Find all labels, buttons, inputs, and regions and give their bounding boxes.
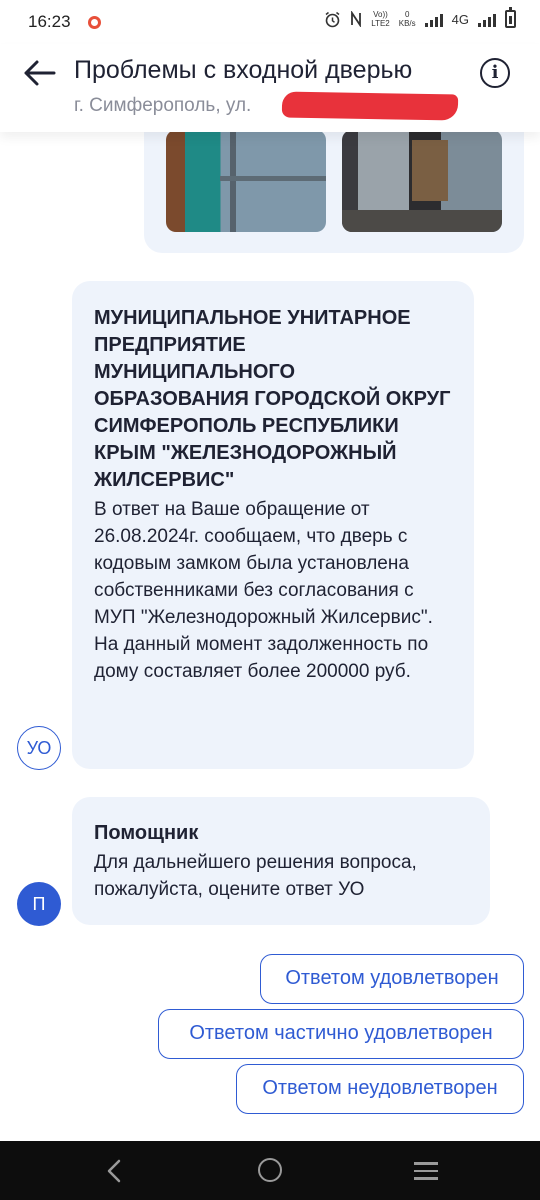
signal-icon-2 (478, 11, 496, 27)
nav-menu-icon[interactable] (414, 1162, 438, 1185)
nav-back-icon[interactable] (104, 1159, 124, 1183)
attached-photo-1[interactable] (166, 130, 326, 232)
notification-dot-icon (88, 16, 101, 29)
volte-label: Vo)) (373, 10, 388, 19)
signal-icon-1 (424, 11, 443, 27)
status-icons: Vo)) LTE2 0 KB/s 4G (324, 7, 516, 28)
helper-name: Помощник (94, 822, 199, 844)
network-speed: 0 KB/s (399, 10, 416, 28)
status-time: 16:23 (28, 12, 71, 31)
chat-header: Проблемы с входной дверью г. Симферополь… (0, 44, 540, 132)
redaction-mark (281, 91, 459, 121)
nav-home-icon[interactable] (258, 1158, 282, 1182)
back-button[interactable] (22, 58, 58, 90)
info-button[interactable]: i (480, 58, 510, 88)
lte-label: LTE2 (371, 19, 390, 28)
network-speed-value: 0 (404, 10, 410, 19)
alarm-icon (325, 11, 340, 27)
attached-photo-2[interactable] (342, 130, 502, 232)
uo-avatar: УО (17, 726, 61, 770)
uo-organization-name: МУНИЦИПАЛЬНОЕ УНИТАРНОЕ ПРЕДПРИЯТИЕ МУНИ… (94, 307, 451, 491)
reply-partially-satisfied-button[interactable]: Ответом частично удовлетворен (158, 1009, 524, 1059)
status-bar: 16:23 Vo)) LTE2 0 KB/s 4G (0, 0, 540, 44)
arrow-left-icon (24, 60, 56, 86)
nfc-icon (351, 11, 362, 27)
chat-title: Проблемы с входной дверью (74, 56, 413, 84)
helper-avatar: П (17, 882, 61, 926)
helper-message-bubble: Помощник Для дальнейшего решения вопроса… (72, 797, 490, 925)
uo-message-bubble: МУНИЦИПАЛЬНОЕ УНИТАРНОЕ ПРЕДПРИЯТИЕ МУНИ… (72, 281, 474, 769)
volte-indicator: Vo)) LTE2 (371, 10, 390, 28)
system-navigation-bar (0, 1141, 540, 1200)
reply-unsatisfied-button[interactable]: Ответом неудовлетворен (236, 1064, 524, 1114)
network-type: 4G (451, 11, 469, 27)
address-subtitle: г. Симферополь, ул. (74, 95, 252, 116)
reply-satisfied-button[interactable]: Ответом удовлетворен (260, 954, 524, 1004)
info-icon: i (491, 62, 499, 83)
uo-message-text: В ответ на Ваше обращение от 26.08.2024г… (94, 499, 433, 682)
network-speed-unit: KB/s (398, 19, 416, 28)
battery-icon (505, 7, 516, 28)
helper-message-text: Для дальнейшего решения вопроса, пожалуй… (94, 852, 417, 900)
